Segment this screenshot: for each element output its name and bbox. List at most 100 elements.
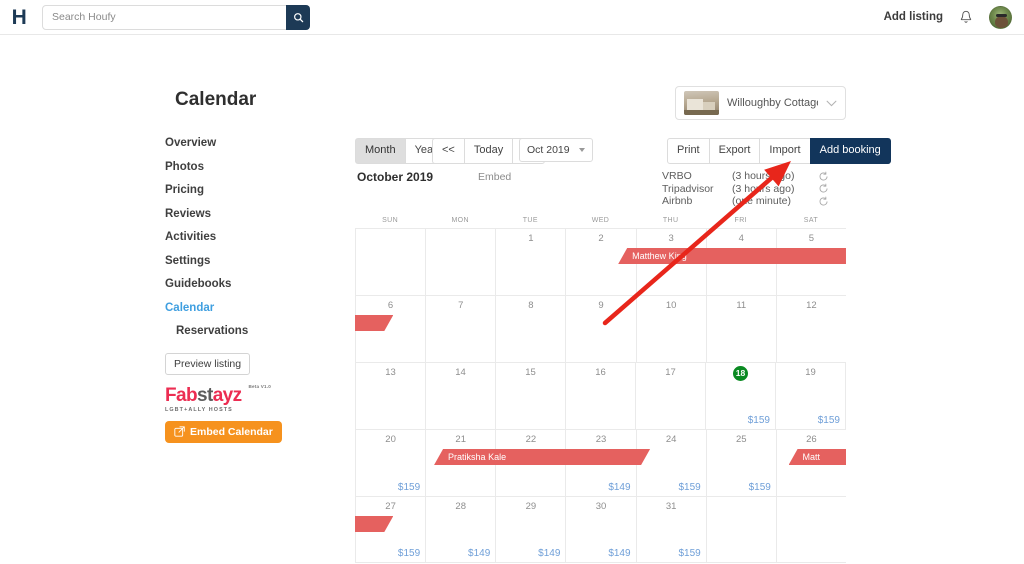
houfy-logo[interactable]: H (0, 7, 38, 28)
sidebar-item-pricing[interactable]: Pricing (165, 184, 340, 197)
calendar-day-cell[interactable]: 24 $159 (635, 430, 706, 496)
weekday-label: SAT (803, 217, 819, 224)
day-number: 1 (528, 233, 534, 244)
calendar-day-cell[interactable]: 30 $149 (565, 497, 635, 562)
weekday-label: MON (451, 217, 469, 224)
print-button[interactable]: Print (667, 138, 710, 164)
day-number: 25 (735, 434, 747, 445)
calendar-day-cell[interactable]: 10 (635, 296, 706, 362)
sidebar-item-photos[interactable]: Photos (165, 161, 340, 174)
day-number: 29 (525, 501, 537, 512)
add-listing-link[interactable]: Add listing (884, 11, 943, 23)
day-number: 8 (528, 300, 534, 311)
search-container (42, 4, 310, 30)
day-number: 4 (738, 233, 744, 244)
booking-bar[interactable]: Pratiksha Kale (434, 449, 650, 465)
search-button[interactable] (286, 4, 310, 30)
nightly-price[interactable]: $149 (608, 548, 630, 559)
sidebar-item-activities[interactable]: Activities (165, 231, 340, 244)
sync-time: (one minute) (732, 195, 791, 208)
sidebar-item-overview[interactable]: Overview (165, 137, 340, 150)
calendar-day-cell[interactable]: 20 $159 (355, 430, 425, 496)
today-button[interactable]: Today (463, 138, 514, 164)
calendar-day-cell[interactable]: 13 (355, 363, 425, 429)
listing-thumbnail-icon (684, 91, 719, 115)
calendar-day-cell[interactable]: 8 (495, 296, 565, 362)
calendar-day-cell[interactable]: 31 $159 (635, 497, 706, 562)
sidebar-item-settings[interactable]: Settings (165, 255, 340, 268)
calendar-day-cell[interactable] (355, 229, 425, 295)
view-month-button[interactable]: Month (355, 138, 406, 164)
embed-link[interactable]: Embed (478, 171, 511, 183)
weekday-label: FRI (734, 217, 748, 224)
nightly-price[interactable]: $159 (678, 482, 700, 493)
day-number: 14 (455, 367, 466, 378)
calendar-day-cell[interactable]: 25 $159 (705, 430, 776, 496)
export-button[interactable]: Export (708, 138, 761, 164)
calendar-day-cell[interactable]: 14 (425, 363, 495, 429)
listing-selector-name: Willoughby Cottage 2... (727, 97, 818, 109)
day-number: 22 (525, 434, 537, 445)
day-number: 28 (455, 501, 466, 512)
calendar-day-cell[interactable]: 19 $159 (775, 363, 846, 429)
sidebar-item-calendar[interactable]: Calendar (165, 302, 340, 315)
calendar-day-cell[interactable]: 17 (635, 363, 705, 429)
calendar-day-cell[interactable] (775, 497, 846, 562)
nightly-price[interactable]: $159 (748, 415, 770, 426)
day-number: 7 (458, 300, 464, 311)
calendar-day-cell[interactable]: 12 (775, 296, 846, 362)
calendar-week-row: 1 2 3 4 5 Matthew King (355, 228, 846, 295)
refresh-icon[interactable] (818, 171, 829, 182)
calendar-day-cell[interactable]: 1 (495, 229, 565, 295)
fabstayz-tagline: LGBT+ALLY HOSTS (165, 406, 233, 413)
refresh-icon[interactable] (818, 196, 829, 207)
avatar[interactable] (989, 5, 1012, 29)
nightly-price[interactable]: $159 (398, 548, 420, 559)
embed-calendar-label: Embed Calendar (190, 425, 273, 438)
booking-guest-name: Matthew King (632, 251, 687, 261)
nightly-price[interactable]: $149 (538, 548, 560, 559)
calendar-day-cell[interactable] (705, 497, 776, 562)
month-select[interactable]: Oct 2019 (519, 138, 593, 162)
calendar-day-cell[interactable]: 7 (425, 296, 495, 362)
weekday-label: THU (662, 217, 679, 224)
sidebar-item-reservations[interactable]: Reservations (176, 325, 340, 338)
add-booking-button[interactable]: Add booking (809, 138, 891, 164)
day-number: 19 (805, 367, 816, 378)
day-number: 27 (385, 501, 396, 512)
nightly-price[interactable]: $159 (678, 548, 700, 559)
nightly-price[interactable]: $149 (468, 548, 490, 559)
calendar-day-cell[interactable]: 9 (565, 296, 635, 362)
booking-guest-name: Pratiksha Kale (448, 452, 507, 462)
calendar-day-cell[interactable]: 16 (565, 363, 635, 429)
embed-calendar-button[interactable]: Embed Calendar (165, 420, 282, 443)
fabstayz-fab: Fab (165, 384, 198, 406)
sidebar-item-guidebooks[interactable]: Guidebooks (165, 278, 340, 291)
calendar-day-cell[interactable]: 29 $149 (495, 497, 565, 562)
calendar-day-cell[interactable] (425, 229, 495, 295)
import-button[interactable]: Import (759, 138, 811, 164)
booking-bar[interactable]: Matt (788, 449, 846, 465)
refresh-icon[interactable] (818, 183, 829, 194)
calendar-day-cell[interactable]: 18 $159 (705, 363, 775, 429)
nightly-price[interactable]: $159 (749, 482, 771, 493)
booking-bar[interactable]: Matthew King (618, 248, 846, 264)
prev-month-button[interactable]: << (432, 138, 465, 164)
sync-row: Tripadvisor (3 hours ago) (662, 183, 846, 196)
calendar-day-cell[interactable]: 28 $149 (425, 497, 495, 562)
chevron-down-icon (579, 148, 585, 152)
calendar-week-row: 27 $159 28 $149 29 $149 30 $149 31 $159 (355, 496, 846, 563)
day-number: 12 (806, 300, 817, 311)
sidebar-item-reviews[interactable]: Reviews (165, 208, 340, 221)
calendar-day-cell[interactable]: 11 (705, 296, 776, 362)
today-badge: 18 (733, 366, 748, 381)
nightly-price[interactable]: $149 (608, 482, 630, 493)
page-title: Calendar (175, 89, 257, 110)
nightly-price[interactable]: $159 (398, 482, 420, 493)
listing-selector[interactable]: Willoughby Cottage 2... (675, 86, 846, 120)
bell-icon[interactable] (959, 10, 973, 25)
search-input[interactable] (42, 4, 310, 30)
calendar-day-cell[interactable]: 15 (495, 363, 565, 429)
nightly-price[interactable]: $159 (818, 415, 840, 426)
preview-listing-button[interactable]: Preview listing (165, 352, 251, 375)
